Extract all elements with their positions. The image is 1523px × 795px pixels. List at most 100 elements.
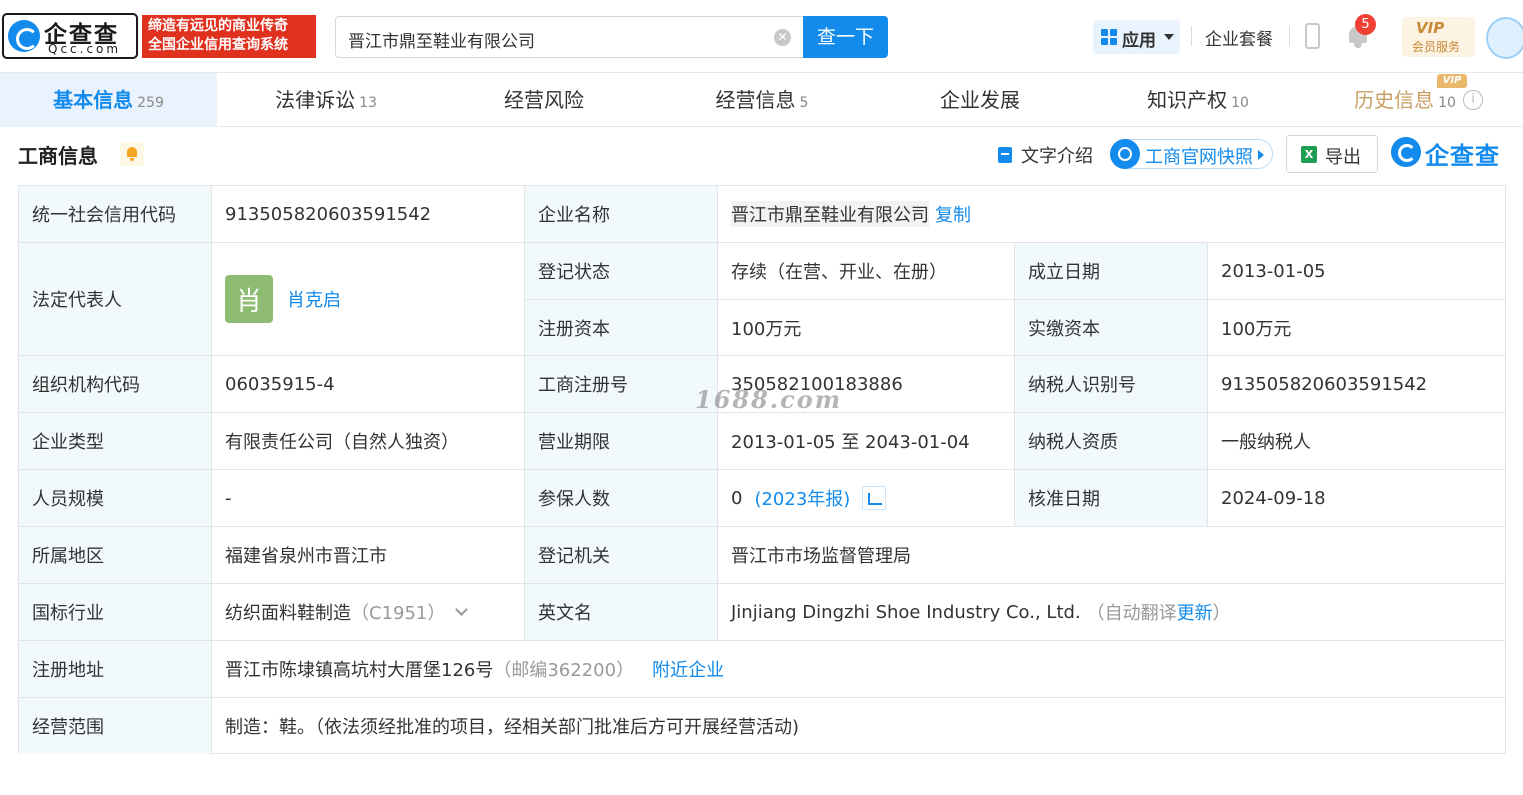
apps-grid-icon (1101, 29, 1117, 45)
english-name-cell: Jinjiang Dingzhi Shoe Industry Co., Ltd.… (718, 584, 1506, 641)
english-name-label: 英文名 (525, 584, 718, 641)
postcode: （邮编362200） (493, 660, 635, 681)
insured-cell: 0 (2023年报) (718, 470, 1015, 527)
enterprise-package-link[interactable]: 企业套餐 (1205, 25, 1273, 50)
company-type-value: 有限责任公司（自然人独资） (212, 413, 525, 470)
status-label: 登记状态 (525, 243, 718, 300)
credit-code-value: 913505820603591542 (212, 186, 525, 243)
business-info-table: 统一社会信用代码 913505820603591542 企业名称 晋江市鼎至鞋业… (18, 185, 1506, 754)
approved-value: 2024-09-18 (1208, 470, 1506, 527)
paid-capital-label: 实缴资本 (1015, 300, 1208, 356)
staff-size-value: - (212, 470, 525, 527)
legal-rep-label: 法定代表人 (19, 243, 212, 356)
clear-icon[interactable]: ✕ (774, 29, 791, 46)
logo-domain: Qcc.com (48, 42, 122, 56)
section-title: 工商信息 (18, 144, 98, 168)
qcc-brand-logo: 企查查 (1391, 137, 1509, 170)
user-avatar[interactable] (1486, 17, 1523, 59)
tab-label: 知识产权 (1147, 88, 1228, 112)
authority-value: 晋江市市场监督管理局 (718, 527, 1506, 584)
vip-service-button[interactable]: VIP 会员服务 (1402, 17, 1475, 57)
tab-count: 10 (1231, 95, 1249, 111)
insured-year-link[interactable]: (2023年报) (754, 485, 850, 511)
paid-capital-value: 100万元 (1208, 300, 1506, 356)
watermark: 1688.com (695, 385, 843, 414)
qcc-logo-icon (8, 20, 40, 52)
nearby-companies-link[interactable]: 附近企业 (652, 656, 724, 682)
main-tabs: 基本信息 259 法律诉讼 13 经营风险 经营信息 5 企业发展 知识产权 10 历史… (0, 73, 1523, 127)
qcc-brand-icon (1391, 137, 1421, 167)
insured-label: 参保人数 (525, 470, 718, 527)
industry-cell: 纺织面料鞋制造 （C1951） (212, 584, 525, 641)
region-value: 福建省泉州市晋江市 (212, 527, 525, 584)
export-button[interactable]: X 导出 (1286, 135, 1378, 173)
mobile-app-icon[interactable] (1305, 23, 1320, 49)
slogan-line1: 缔造有远见的商业传奇 (148, 18, 288, 34)
search-input[interactable]: 晋江市鼎至鞋业有限公司 ✕ (335, 16, 805, 58)
document-icon (998, 147, 1012, 163)
industry-code: （C1951） (351, 603, 446, 624)
staff-size-label: 人员规模 (19, 470, 212, 527)
qcc-logo[interactable]: 企查查 Qcc.com (2, 13, 138, 59)
export-label: 导出 (1325, 147, 1361, 168)
vip-sub-label: 会员服务 (1412, 40, 1461, 54)
tab-count: 259 (137, 95, 164, 111)
official-snapshot-button[interactable]: 工商官网快照 (1110, 139, 1273, 169)
address-cell: 晋江市陈埭镇高坑村大厝堡126号 （邮编362200） 附近企业 (212, 641, 1506, 698)
divider (1289, 26, 1290, 46)
auto-translate-close: ） (1212, 603, 1231, 624)
legal-rep-avatar: 肖 (225, 275, 273, 323)
reg-capital-value: 100万元 (718, 300, 1015, 356)
tab-count: 5 (799, 95, 809, 111)
monitor-bell-icon[interactable] (120, 142, 144, 166)
search-button[interactable]: 查一下 (803, 16, 888, 58)
tab-label: 历史信息 (1354, 88, 1435, 112)
vip-tag: VIP (1437, 74, 1467, 88)
company-name-label: 企业名称 (525, 186, 718, 243)
authority-label: 登记机关 (525, 527, 718, 584)
taxpayer-qual-label: 纳税人资质 (1015, 413, 1208, 470)
search-input-value[interactable]: 晋江市鼎至鞋业有限公司 (348, 27, 535, 52)
business-scope-label: 经营范围 (19, 698, 212, 754)
address-value: 晋江市陈埭镇高坑村大厝堡126号 (225, 660, 494, 681)
chevron-down-icon[interactable] (455, 603, 469, 616)
tab-count: 10 (1438, 95, 1456, 111)
copy-link[interactable]: 复制 (935, 201, 971, 227)
info-icon[interactable]: i (1463, 90, 1483, 110)
tab-label: 法律诉讼 (275, 88, 356, 112)
notification-badge: 5 (1355, 14, 1376, 35)
reg-no-label: 工商注册号 (525, 356, 718, 413)
status-value: 存续（在营、开业、在册） (718, 243, 1015, 300)
arrow-right-icon (1258, 150, 1264, 160)
auto-translate-note: （自动翻译 (1086, 603, 1177, 624)
slogan-banner: 缔造有远见的商业传奇 全国企业信用查询系统 (142, 15, 316, 58)
company-type-label: 企业类型 (19, 413, 212, 470)
tab-business-risk[interactable]: 经营风险 (435, 73, 653, 127)
address-label: 注册地址 (19, 641, 212, 698)
tab-intellectual-property[interactable]: 知识产权 10 (1089, 73, 1307, 127)
tab-legal-litigation[interactable]: 法律诉讼 13 (217, 73, 435, 127)
update-translation-link[interactable]: 更新 (1177, 599, 1213, 625)
tab-business-info[interactable]: 经营信息 5 (653, 73, 871, 127)
text-intro-link[interactable]: 文字介绍 (1021, 142, 1093, 168)
tab-basic-info[interactable]: 基本信息 259 (0, 73, 217, 127)
company-name-cell: 晋江市鼎至鞋业有限公司 复制 (718, 186, 1506, 243)
insured-value: 0 (731, 487, 743, 509)
term-label: 营业期限 (525, 413, 718, 470)
tab-development[interactable]: 企业发展 (871, 73, 1089, 127)
industry-label: 国标行业 (19, 584, 212, 641)
trend-chart-icon[interactable] (862, 486, 887, 510)
slogan-line2: 全国企业信用查询系统 (148, 37, 288, 53)
reg-capital-label: 注册资本 (525, 300, 718, 356)
caret-down-icon (1164, 34, 1174, 40)
apps-dropdown[interactable]: 应用 (1093, 20, 1180, 54)
taxpayer-id-value: 913505820603591542 (1208, 356, 1506, 413)
excel-icon: X (1301, 146, 1317, 163)
legal-rep-cell: 肖 肖克启 (212, 243, 525, 356)
org-code-label: 组织机构代码 (19, 356, 212, 413)
legal-rep-link[interactable]: 肖克启 (287, 286, 341, 312)
company-name-value: 晋江市鼎至鞋业有限公司 (731, 201, 929, 227)
org-code-value: 06035915-4 (212, 356, 525, 413)
taxpayer-id-label: 纳税人识别号 (1015, 356, 1208, 413)
business-scope-value: 制造：鞋。（依法须经批准的项目，经相关部门批准后方可开展经营活动) (212, 698, 1506, 754)
